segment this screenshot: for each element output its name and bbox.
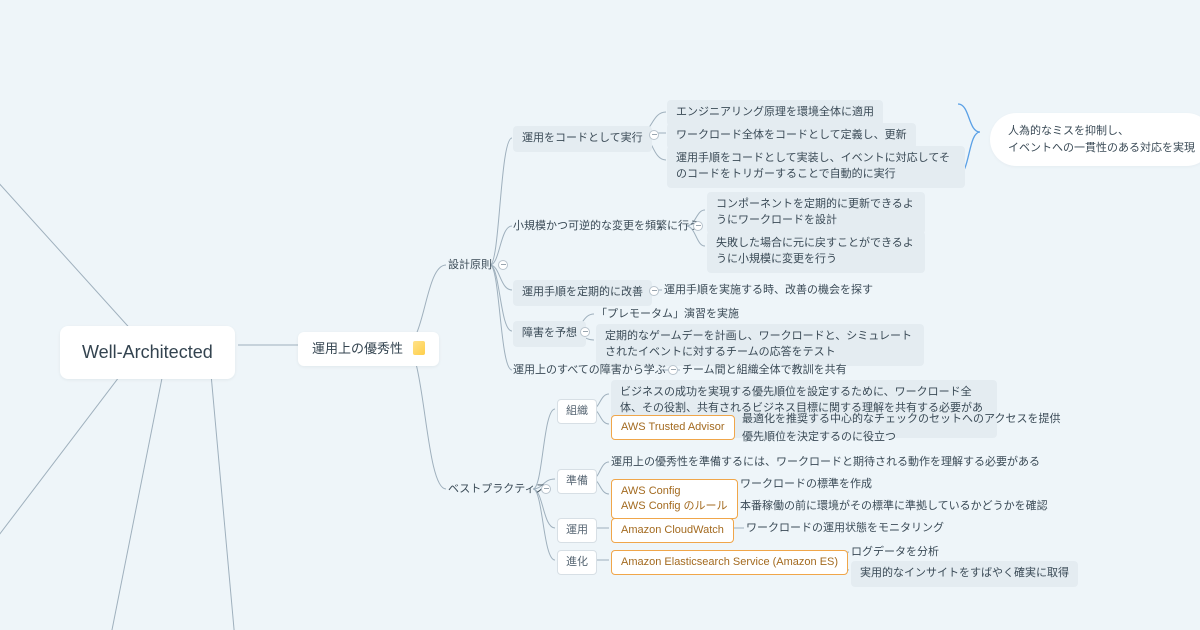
node-refine[interactable]: 運用手順を定期的に改善 (513, 280, 652, 306)
subnode-prepare[interactable]: 準備 (557, 469, 597, 494)
leaf: 運用手順をコードとして実装し、イベントに対応してそのコードをトリガーすることで自… (667, 146, 965, 188)
subnode-operate[interactable]: 運用 (557, 518, 597, 543)
leaf: 運用手順を実施する時、改善の機会を探す (664, 283, 873, 298)
leaf: 本番稼働の前に環境がその標準に準拠しているかどうかを確認 (740, 499, 1048, 514)
leaf: 運用上の優秀性を準備するには、ワークロードと期待される動作を理解する必要がある (611, 455, 1040, 470)
expand-icon[interactable] (580, 327, 590, 337)
leaf: チーム間と組織全体で教訓を共有 (682, 363, 847, 378)
expand-icon[interactable] (541, 484, 551, 494)
node-learn[interactable]: 運用上のすべての障害から学ぶ (513, 363, 666, 378)
aws-trusted-advisor[interactable]: AWS Trusted Advisor (611, 415, 735, 440)
leaf: コンポーネントを定期的に更新できるようにワークロードを設計 (707, 192, 925, 234)
subnode-evolve[interactable]: 進化 (557, 550, 597, 575)
leaf: ワークロードの運用状態をモニタリング (746, 521, 944, 536)
expand-icon[interactable] (668, 365, 678, 375)
leaf: 優先順位を決定するのに役立つ (742, 430, 896, 445)
leaf: 失敗した場合に元に戻すことができるように小規模に変更を行う (707, 231, 925, 273)
leaf: 定期的なゲームデーを計画し、ワークロードと、シミュレートされたイベントに対するチ… (596, 324, 924, 366)
node-small-reversible[interactable]: 小規模かつ可逆的な変更を頻繁に行う (513, 219, 700, 234)
branch-best-practices[interactable]: ベストプラクティス (448, 482, 547, 497)
subnode-org[interactable]: 組織 (557, 399, 597, 424)
leaf: ワークロードの標準を作成 (740, 477, 872, 492)
leaf: 「プレモータム」演習を実施 (596, 307, 739, 322)
mindmap-canvas: Well-Architected 運用上の優秀性 設計原則 運用をコードとして実… (0, 0, 1200, 630)
node-label: 運用上の優秀性 (312, 341, 403, 356)
node-code-ops[interactable]: 運用をコードとして実行 (513, 126, 652, 152)
branch-design-principles[interactable]: 設計原則 (448, 258, 492, 273)
root-node[interactable]: Well-Architected (60, 326, 235, 379)
leaf: ログデータを分析 (851, 545, 939, 560)
annotation-bubble: 人為的なミスを抑制し、 イベントへの一貫性のある対応を実現 (990, 113, 1200, 166)
aws-config[interactable]: AWS Config AWS Config のルール (611, 479, 738, 519)
root-title: Well-Architected (82, 342, 213, 362)
note-icon (413, 341, 425, 355)
node-anticipate[interactable]: 障害を予想 (513, 321, 586, 347)
expand-icon[interactable] (498, 260, 508, 270)
amazon-cloudwatch[interactable]: Amazon CloudWatch (611, 518, 734, 543)
expand-icon[interactable] (649, 286, 659, 296)
amazon-es[interactable]: Amazon Elasticsearch Service (Amazon ES) (611, 550, 848, 575)
expand-icon[interactable] (649, 130, 659, 140)
leaf: 最適化を推奨する中心的なチェックのセットへのアクセスを提供 (742, 412, 1060, 427)
leaf: 実用的なインサイトをすばやく確実に取得 (851, 561, 1078, 587)
node-operational-excellence[interactable]: 運用上の優秀性 (298, 332, 439, 366)
expand-icon[interactable] (693, 221, 703, 231)
